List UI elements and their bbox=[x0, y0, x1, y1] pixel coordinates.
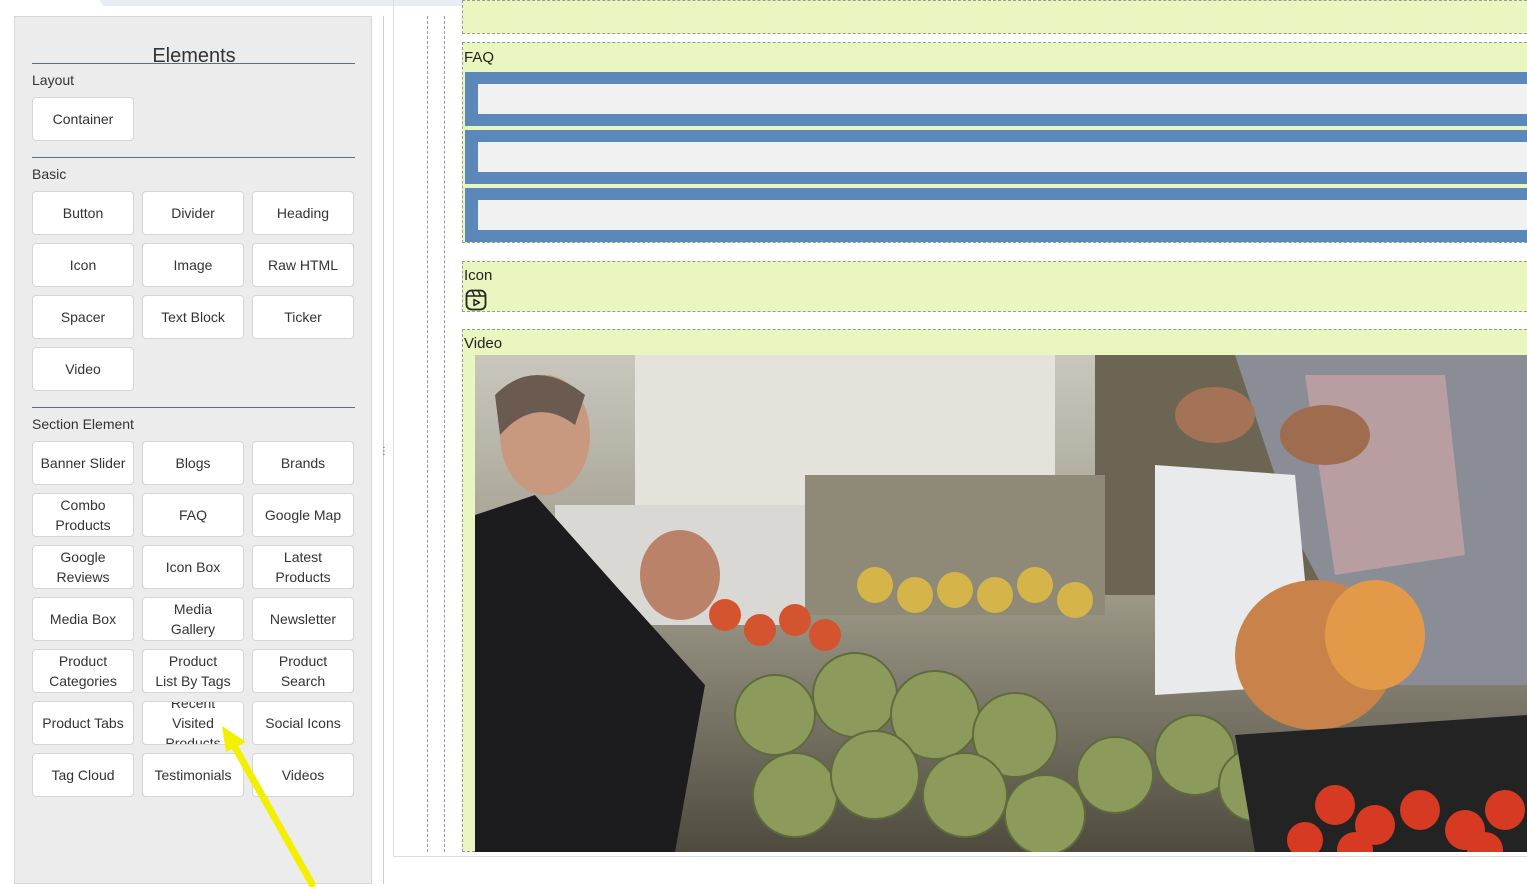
element-tag-cloud[interactable]: Tag Cloud bbox=[32, 753, 134, 797]
element-combo-products[interactable]: Combo Products bbox=[32, 493, 134, 537]
faq-item[interactable] bbox=[465, 188, 1527, 242]
outer-guide-line bbox=[427, 16, 428, 852]
element-container[interactable]: Container bbox=[32, 97, 134, 141]
element-product-list-by-tags[interactable]: Product List By Tags bbox=[142, 649, 244, 693]
element-testimonials[interactable]: Testimonials bbox=[142, 753, 244, 797]
element-button[interactable]: Button bbox=[32, 191, 134, 235]
faq-block-label: FAQ bbox=[464, 49, 495, 66]
faq-item[interactable] bbox=[465, 72, 1527, 126]
section-divider bbox=[32, 407, 355, 408]
element-brands[interactable]: Brands bbox=[252, 441, 354, 485]
icon-block[interactable]: Icon bbox=[462, 261, 1527, 312]
video-reel-icon bbox=[465, 289, 487, 311]
element-divider[interactable]: Divider bbox=[142, 191, 244, 235]
element-social-icons[interactable]: Social Icons bbox=[252, 701, 354, 745]
element-spacer[interactable]: Spacer bbox=[32, 295, 134, 339]
element-heading[interactable]: Heading bbox=[252, 191, 354, 235]
elements-panel-title: Elements bbox=[152, 45, 236, 67]
element-newsletter[interactable]: Newsletter bbox=[252, 597, 354, 641]
resize-grip-icon[interactable]: ⋮ bbox=[379, 447, 389, 464]
market-video-frame bbox=[475, 355, 1527, 852]
element-google-map[interactable]: Google Map bbox=[252, 493, 354, 537]
previous-block[interactable] bbox=[462, 0, 1527, 34]
section-label-layout: Layout bbox=[32, 72, 75, 88]
video-player[interactable] bbox=[475, 355, 1527, 852]
section-label-basic: Basic bbox=[32, 166, 67, 182]
element-video[interactable]: Video bbox=[32, 347, 134, 391]
section-label-section-element: Section Element bbox=[32, 416, 134, 432]
element-product-categories[interactable]: Product Categories bbox=[32, 649, 134, 693]
element-ticker[interactable]: Ticker bbox=[252, 295, 354, 339]
faq-item-field[interactable] bbox=[478, 142, 1527, 172]
element-google-reviews[interactable]: Google Reviews bbox=[32, 545, 134, 589]
element-image[interactable]: Image bbox=[142, 243, 244, 287]
element-blogs[interactable]: Blogs bbox=[142, 441, 244, 485]
faq-item-field[interactable] bbox=[478, 84, 1527, 114]
element-videos[interactable]: Videos bbox=[252, 753, 354, 797]
element-latest-products[interactable]: Latest Products bbox=[252, 545, 354, 589]
element-banner-slider[interactable]: Banner Slider bbox=[32, 441, 134, 485]
element-faq[interactable]: FAQ bbox=[142, 493, 244, 537]
elements-panel: Elements Layout Container Basic Button Di… bbox=[14, 16, 372, 884]
icon-block-label: Icon bbox=[464, 267, 493, 284]
element-media-box[interactable]: Media Box bbox=[32, 597, 134, 641]
inner-guide-line bbox=[444, 16, 445, 852]
element-icon-box[interactable]: Icon Box bbox=[142, 545, 244, 589]
element-product-search[interactable]: Product Search bbox=[252, 649, 354, 693]
element-icon[interactable]: Icon bbox=[32, 243, 134, 287]
element-media-gallery[interactable]: Media Gallery bbox=[142, 597, 244, 641]
element-text-block[interactable]: Text Block bbox=[142, 295, 244, 339]
element-product-tabs[interactable]: Product Tabs bbox=[32, 701, 134, 745]
title-divider bbox=[32, 63, 355, 64]
element-raw-html[interactable]: Raw HTML bbox=[252, 243, 354, 287]
element-recent-visited-products[interactable]: Recent Visited Products bbox=[142, 701, 244, 745]
faq-block[interactable]: FAQ bbox=[462, 42, 1527, 243]
faq-item-field[interactable] bbox=[478, 200, 1527, 230]
video-block-label: Video bbox=[464, 335, 503, 352]
faq-item[interactable] bbox=[465, 130, 1527, 184]
section-divider bbox=[32, 157, 355, 158]
